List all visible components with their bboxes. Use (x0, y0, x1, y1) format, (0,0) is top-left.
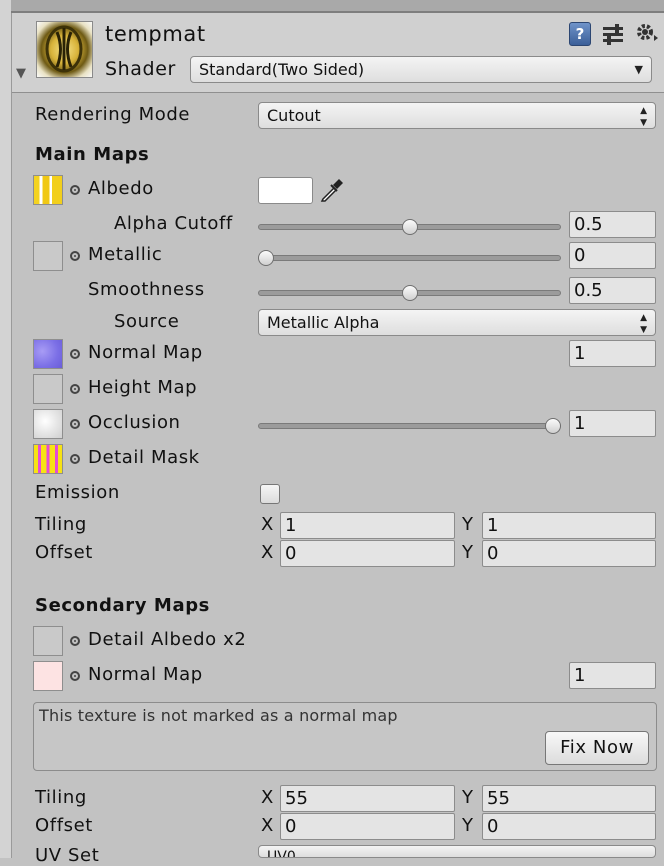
shader-dropdown[interactable]: Standard(Two Sided) ▼ (190, 56, 652, 83)
normal-map-picker-icon[interactable] (70, 349, 80, 359)
uv-set-dropdown[interactable]: UV0 (258, 845, 656, 858)
rendering-mode-value: Cutout (267, 106, 321, 125)
albedo-color-swatch[interactable] (258, 177, 313, 204)
metallic-picker-icon[interactable] (70, 251, 80, 261)
main-tiling-label: Tiling (35, 514, 87, 535)
alpha-cutoff-field[interactable]: 0.5 (569, 211, 656, 238)
main-offset-label: Offset (35, 542, 93, 563)
source-dropdown[interactable]: Metallic Alpha ▲ ▼ (258, 309, 656, 336)
main-maps-title: Main Maps (35, 144, 150, 165)
secondary-tiling-y-field[interactable]: 55 (482, 785, 656, 812)
smoothness-slider-knob[interactable] (401, 285, 418, 301)
source-value: Metallic Alpha (267, 313, 380, 332)
uv-set-label: UV Set (35, 845, 100, 866)
updown-arrow-icon: ▲ ▼ (640, 106, 647, 128)
main-offset-y-field[interactable]: 0 (482, 540, 656, 567)
detail-albedo-picker-icon[interactable] (70, 636, 80, 646)
left-gutter (0, 0, 12, 858)
uv-set-value: UV0 (267, 849, 296, 858)
material-preview-thumbnail[interactable] (36, 21, 93, 78)
secondary-normal-map-picker-icon[interactable] (70, 671, 80, 681)
help-book-icon[interactable]: ? (569, 22, 591, 46)
albedo-texture-slot[interactable] (33, 175, 63, 205)
top-divider (11, 0, 664, 13)
detail-albedo-texture-slot[interactable] (33, 626, 63, 656)
emission-checkbox[interactable] (260, 484, 280, 504)
material-name: tempmat (105, 22, 206, 46)
main-offset-y-label: Y (462, 542, 474, 563)
fix-now-button[interactable]: Fix Now (545, 731, 649, 765)
detail-mask-picker-icon[interactable] (70, 454, 80, 464)
metallic-label: Metallic (88, 244, 163, 265)
metallic-slider-track[interactable] (258, 255, 561, 261)
updown-arrow-icon: ▲ ▼ (640, 313, 647, 335)
albedo-label: Albedo (88, 178, 154, 199)
albedo-picker-icon[interactable] (70, 185, 80, 195)
occlusion-label: Occlusion (88, 412, 181, 433)
normal-map-label: Normal Map (88, 342, 203, 363)
eyedropper-icon[interactable] (319, 177, 345, 203)
height-map-label: Height Map (88, 377, 198, 398)
occlusion-slider-track[interactable] (258, 423, 561, 429)
height-map-texture-slot[interactable] (33, 374, 63, 404)
height-map-picker-icon[interactable] (70, 384, 80, 394)
main-offset-x-field[interactable]: 0 (280, 540, 455, 567)
secondary-tiling-x-field[interactable]: 55 (280, 785, 455, 812)
source-label: Source (114, 311, 180, 332)
shader-value: Standard(Two Sided) (199, 60, 365, 79)
detail-albedo-label: Detail Albedo x2 (88, 629, 247, 650)
occlusion-slider-knob[interactable] (545, 418, 561, 434)
metallic-field[interactable]: 0 (569, 242, 656, 269)
main-tiling-x-field[interactable]: 1 (280, 512, 455, 539)
main-tiling-y-field[interactable]: 1 (482, 512, 656, 539)
secondary-tiling-x-label: X (261, 787, 274, 808)
main-tiling-y-label: Y (462, 514, 474, 535)
rendering-mode-label: Rendering Mode (35, 104, 191, 125)
occlusion-picker-icon[interactable] (70, 419, 80, 429)
material-emblem-icon (45, 25, 83, 73)
secondary-offset-y-field[interactable]: 0 (482, 813, 656, 840)
secondary-tiling-y-label: Y (462, 787, 474, 808)
smoothness-field[interactable]: 0.5 (569, 277, 656, 304)
main-offset-x-label: X (261, 542, 274, 563)
normal-map-warning-text: This texture is not marked as a normal m… (39, 706, 398, 725)
smoothness-label: Smoothness (88, 279, 205, 300)
normal-map-texture-slot[interactable] (33, 339, 63, 369)
secondary-normal-map-scale-field[interactable]: 1 (569, 662, 656, 689)
secondary-offset-y-label: Y (462, 815, 474, 836)
rendering-mode-dropdown[interactable]: Cutout ▲ ▼ (258, 102, 656, 129)
metallic-slider-knob[interactable] (258, 250, 274, 266)
secondary-maps-title: Secondary Maps (35, 595, 210, 616)
emission-label: Emission (35, 482, 120, 503)
detail-mask-texture-slot[interactable] (33, 444, 63, 474)
foldout-arrow-icon[interactable]: ▼ (16, 66, 26, 81)
main-tiling-x-label: X (261, 514, 274, 535)
secondary-offset-x-label: X (261, 815, 274, 836)
occlusion-texture-slot[interactable] (33, 409, 63, 439)
detail-mask-label: Detail Mask (88, 447, 200, 468)
metallic-texture-slot[interactable] (33, 241, 63, 271)
alpha-cutoff-label: Alpha Cutoff (114, 213, 233, 234)
secondary-tiling-label: Tiling (35, 787, 87, 808)
occlusion-field[interactable]: 1 (569, 410, 656, 437)
alpha-cutoff-slider-knob[interactable] (401, 219, 418, 235)
secondary-offset-x-field[interactable]: 0 (280, 813, 455, 840)
secondary-normal-map-label: Normal Map (88, 664, 203, 685)
gear-icon[interactable] (634, 21, 660, 47)
normal-map-scale-field[interactable]: 1 (569, 340, 656, 367)
preset-sliders-icon[interactable] (601, 22, 625, 46)
dropdown-arrow-icon: ▼ (634, 63, 643, 76)
shader-label: Shader (105, 58, 176, 80)
secondary-normal-map-texture-slot[interactable] (33, 661, 63, 691)
secondary-offset-label: Offset (35, 815, 93, 836)
